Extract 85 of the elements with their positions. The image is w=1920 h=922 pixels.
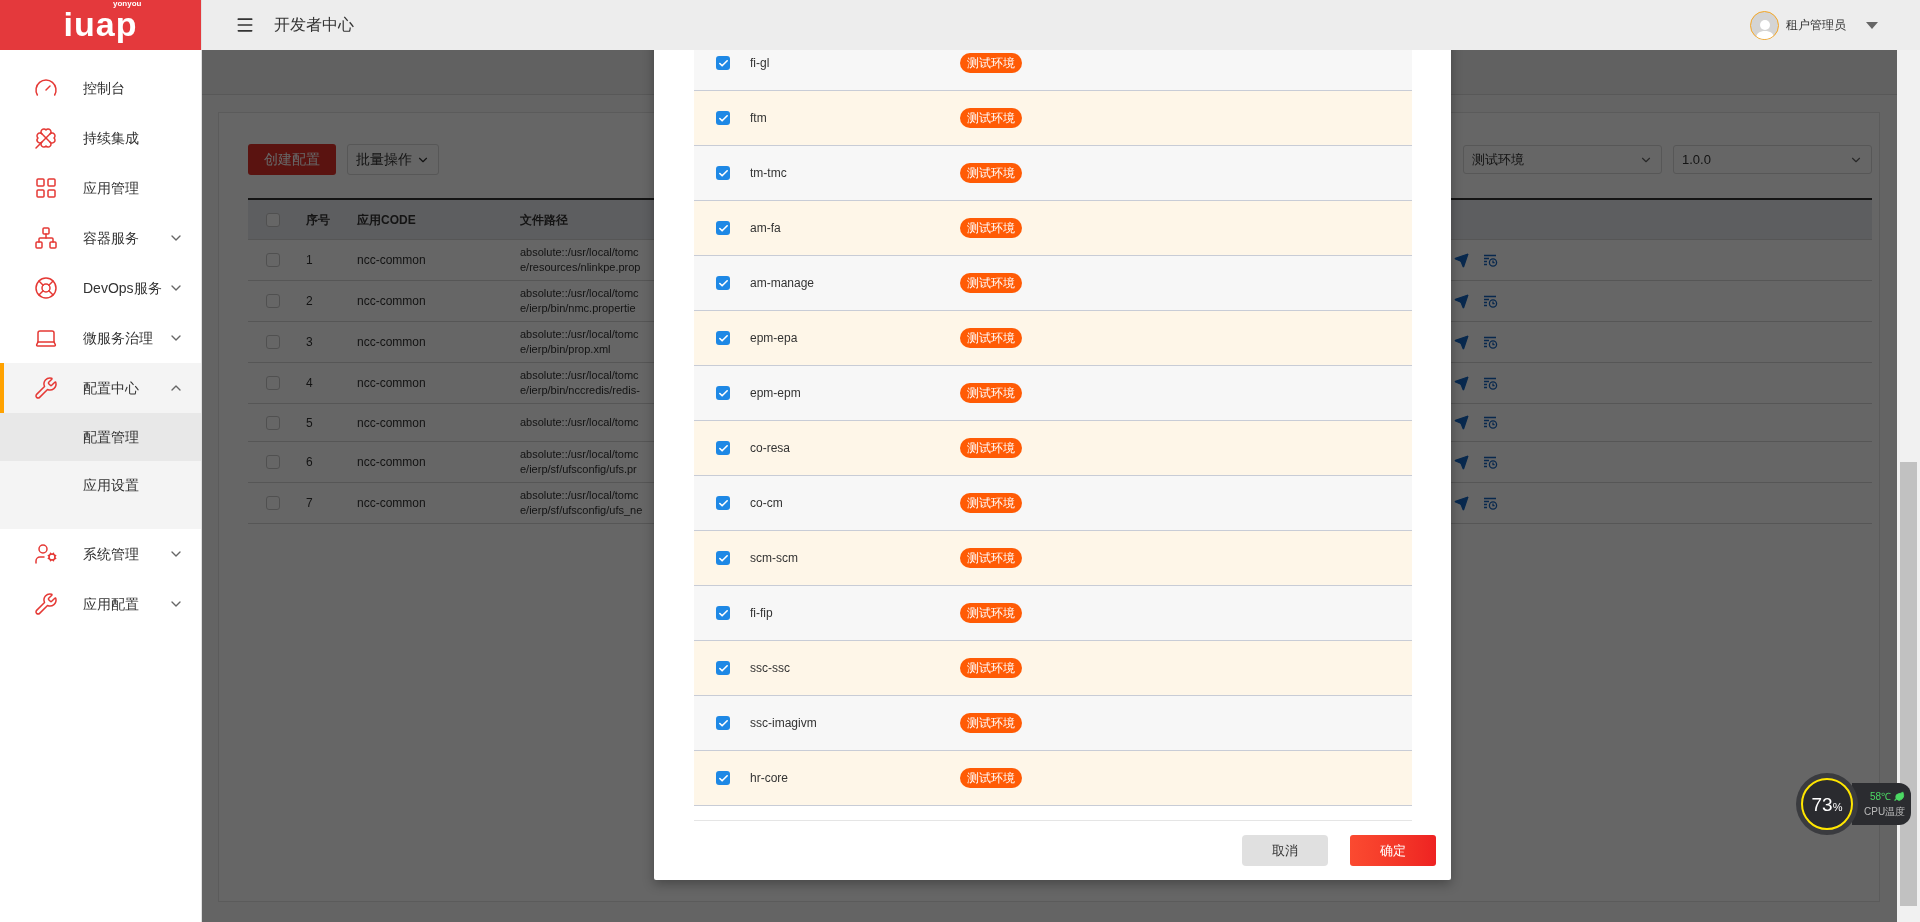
sidebar-item[interactable]: 应用管理 — [0, 163, 201, 213]
table-cell-text: 1 — [306, 252, 313, 269]
table-cell-text: ncc-common — [357, 495, 426, 512]
service-name: epm-epm — [750, 385, 802, 402]
table-cell: absolute::/usr/local/tomc e/ierp/bin/nccredis/redis- — [520, 368, 640, 398]
submenu-item[interactable]: 应用设置 — [0, 461, 201, 509]
list-row[interactable]: co-cm 测试环境 — [694, 476, 1412, 531]
sidebar-item[interactable]: 系统管理 — [0, 529, 201, 579]
list-row[interactable]: ssc-ssc 测试环境 — [694, 641, 1412, 696]
service-name: tm-tmc — [750, 165, 788, 182]
table-cell-text: ncc-common — [357, 375, 426, 392]
submenu-item[interactable]: 配置管理 — [0, 413, 201, 461]
service-name: hr-core — [750, 770, 789, 787]
cpu-usage: 73% — [1811, 794, 1843, 814]
cpu-label: CPU温度 — [1864, 805, 1906, 819]
service-name: epm-epa — [750, 330, 799, 347]
environment-tag: 测试环境 — [960, 658, 1022, 678]
table-cell: absolute::/usr/local/tomc e/resources/nlinkpe.prop — [520, 245, 641, 275]
environment-tag: 测试环境 — [960, 438, 1022, 458]
table-cell: absolute::/usr/local/tomc e/ierp/sf/ufsconfig/ufs_ne — [520, 488, 643, 518]
environment-tag: 测试环境 — [960, 713, 1022, 733]
column-header: 序号 — [306, 211, 330, 229]
table-cell: absolute::/usr/local/tomc e/ierp/bin/prop.xml — [520, 327, 639, 357]
environment-tag: 测试环境 — [960, 768, 1022, 788]
list-row[interactable]: fi-gl 测试环境 — [694, 50, 1412, 91]
list-row[interactable]: epm-epa 测试环境 — [694, 311, 1412, 366]
table-cell-text: ncc-common — [357, 252, 426, 269]
table-cell-text: 6 — [306, 454, 313, 471]
service-name: scm-scm — [750, 550, 799, 567]
service-name: am-fa — [750, 220, 782, 237]
list-row[interactable]: ftm 测试环境 — [694, 91, 1412, 146]
table-cell-text: 5 — [306, 414, 313, 432]
page-title: 开发者中心 — [274, 15, 354, 35]
sidebar-item[interactable]: 容器服务 — [0, 213, 201, 263]
table-cell: absolute::/usr/local/tomc e/ierp/bin/nmc.propertie — [520, 286, 639, 316]
table-cell-text: 3 — [306, 334, 313, 351]
service-name: ssc-imagivm — [750, 715, 818, 732]
column-header: 文件路径 — [520, 211, 568, 229]
environment-tag: 测试环境 — [960, 603, 1022, 623]
list-row[interactable]: scm-scm 测试环境 — [694, 531, 1412, 586]
table-cell-text: ncc-common — [357, 334, 426, 351]
service-name: co-resa — [750, 440, 791, 457]
table-cell-text: 2 — [306, 293, 313, 310]
list-row[interactable]: am-fa 测试环境 — [694, 201, 1412, 256]
list-row[interactable]: hr-core 测试环境 — [694, 751, 1412, 806]
environment-tag: 测试环境 — [960, 328, 1022, 348]
table-cell-text: ncc-common — [357, 414, 426, 432]
service-name: ftm — [750, 110, 768, 127]
table-cell-text: ncc-common — [357, 293, 426, 310]
sidebar-item[interactable]: 控制台 — [0, 63, 201, 113]
list-row[interactable]: co-resa 测试环境 — [694, 421, 1412, 476]
environment-tag: 测试环境 — [960, 548, 1022, 568]
cpu-temperature: 58℃ — [1870, 790, 1892, 804]
service-name: co-cm — [750, 495, 784, 512]
table-cell-text: 4 — [306, 375, 313, 392]
environment-tag: 测试环境 — [960, 383, 1022, 403]
column-header: 应用CODE — [357, 211, 416, 229]
confirm-button[interactable]: 确定 — [1350, 835, 1436, 866]
environment-tag: 测试环境 — [960, 163, 1022, 183]
list-row[interactable]: tm-tmc 测试环境 — [694, 146, 1412, 201]
service-name: fi-fip — [750, 605, 774, 622]
service-name: am-manage — [750, 275, 816, 292]
service-name: ssc-ssc — [750, 660, 791, 677]
sidebar-item[interactable]: 应用配置 — [0, 579, 201, 629]
environment-tag: 测试环境 — [960, 53, 1022, 73]
table-cell-text: ncc-common — [357, 454, 426, 471]
sidebar-item[interactable]: DevOps服务 — [0, 263, 201, 313]
user-name[interactable]: 租户管理员 — [1786, 16, 1846, 34]
list-row[interactable]: epm-epm 测试环境 — [694, 366, 1412, 421]
table-cell-text: 7 — [306, 495, 313, 512]
list-row[interactable]: ssc-imagivm 测试环境 — [694, 696, 1412, 751]
service-name: fi-gl — [750, 55, 771, 72]
environment-tag: 测试环境 — [960, 493, 1022, 513]
table-cell: absolute::/usr/local/tomc — [520, 415, 639, 430]
list-row[interactable]: fi-fip 测试环境 — [694, 586, 1412, 641]
environment-tag: 测试环境 — [960, 273, 1022, 293]
list-row[interactable]: am-manage 测试环境 — [694, 256, 1412, 311]
environment-tag: 测试环境 — [960, 218, 1022, 238]
table-cell: absolute::/usr/local/tomc e/ierp/sf/ufsconfig/ufs.pr — [520, 447, 639, 477]
sidebar-item[interactable]: 配置中心 — [0, 363, 201, 413]
environment-tag: 测试环境 — [960, 108, 1022, 128]
logo-brand: yonyou — [113, 0, 142, 10]
sidebar-item[interactable]: 微服务治理 — [0, 313, 201, 363]
cancel-button[interactable]: 取消 — [1242, 835, 1328, 866]
sidebar-item[interactable]: 持续集成 — [0, 113, 201, 163]
